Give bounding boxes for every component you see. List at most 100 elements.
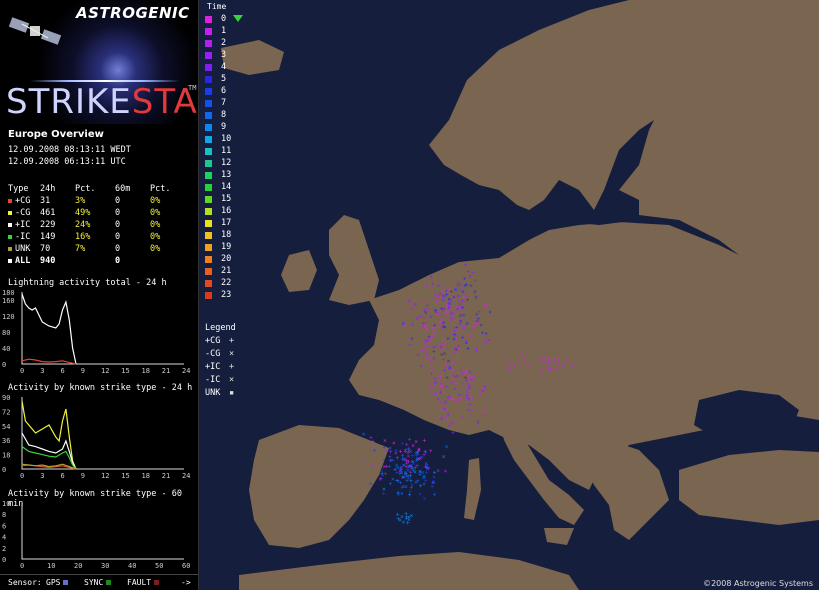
strike-marker: + [483,408,487,415]
europe-map: +×+× +××××+++ ×+×××+×+++++××× ×+××+++×++×××… [221,0,819,590]
strike-marker: + [468,347,472,354]
strike-marker: × [434,346,438,353]
strike-marker: + [425,351,429,358]
x-tick-label: 24 [182,367,190,375]
strike-marker: + [418,314,422,321]
time-legend-item: 4 [205,62,226,74]
land-iceland [221,40,284,75]
x-tick-label: 9 [81,367,85,375]
strike-marker: + [483,384,487,391]
land-iberia [249,425,389,548]
strike-marker: × [455,373,459,380]
sea-black [694,390,799,445]
time-legend-item: 6 [205,86,226,98]
strike-marker: × [406,473,410,480]
strike-marker: × [457,293,461,300]
strike-marker: + [394,447,398,454]
strike-marker: + [373,448,377,455]
type-legend-item: -IC × [205,375,235,385]
strike-marker: + [452,397,456,404]
strike-marker: + [466,268,470,275]
strike-marker: + [468,402,472,409]
land-ireland [281,250,317,292]
time-legend-item: 21 [205,266,231,278]
strike-marker: + [369,435,373,442]
strike-marker: + [440,306,444,313]
land-balkans [579,430,669,540]
strike-marker: × [461,289,465,296]
strike-marker: × [479,322,483,329]
sensor-fault: FAULT [127,578,160,587]
time-legend-item: 19 [205,242,231,254]
strike-marker: × [444,468,448,475]
x-tick-label: 18 [142,367,150,375]
strike-marker: + [550,361,554,368]
strike-marker: × [442,389,446,396]
strike-marker: + [408,342,412,349]
strikestar-logo: ASTROGENIC STRIKESTAR TM [0,0,198,124]
series-line [21,400,77,470]
strike-marker: × [484,331,488,338]
strike-marker: + [386,448,390,455]
y-tick-label: 90 [2,394,10,402]
time-legend-item: 5 [205,74,226,86]
strike-marker: + [461,370,465,377]
x-tick-label: 20 [74,562,82,570]
strike-marker: × [458,281,462,288]
fault-indicator-icon [154,580,160,585]
strike-marker: × [406,450,410,457]
y-tick-label: 0 [2,466,6,474]
strike-marker: + [389,481,393,488]
strike-marker: × [462,324,466,331]
type-swatch [8,222,12,227]
sidebar: ASTROGENIC STRIKESTAR TM Europe Overview… [0,0,199,590]
strike-marker: × [402,462,406,469]
strike-marker: × [575,372,579,379]
strike-marker: + [414,465,418,472]
time-legend-item: 16 [205,206,231,218]
strike-marker: × [361,457,365,464]
time-legend-title: Time [207,2,227,11]
type-swatch [8,198,12,203]
strike-marker: + [523,358,527,365]
strike-marker: × [443,324,447,331]
x-tick-label: 60 [182,562,190,570]
x-tick-label: 12 [101,367,109,375]
strike-marker: + [388,454,392,461]
strike-marker: × [517,357,521,364]
y-tick-label: 40 [2,345,10,353]
trademark: TM [188,84,197,92]
strike-marker: × [463,282,467,289]
strike-marker: + [443,337,447,344]
strike-marker: + [513,363,517,370]
strike-marker: × [465,320,469,327]
strike-marker: × [416,456,420,463]
strike-marker: × [484,339,488,346]
x-tick-label: 0 [20,367,24,375]
x-tick-label: 40 [128,562,136,570]
x-tick-label: 9 [81,472,85,480]
strike-marker: × [465,389,469,396]
y-tick-label: 54 [2,423,10,431]
y-tick-label: 180 [2,289,15,297]
strike-marker: + [405,514,409,521]
strike-marker: + [369,481,373,488]
strike-marker: + [432,361,436,368]
strike-marker: × [423,323,427,330]
strike-marker: + [400,440,404,447]
strike-marker: × [440,416,444,423]
lightning-map[interactable]: + × + × + × × × × + + + × + × × × + × + + + + + × × × × + × × + + + × + + × × ×… [199,0,819,590]
sensor-next-arrow[interactable]: -> [181,578,191,587]
graph-total-title: Lightning activity total - 24 h [8,278,167,288]
strike-marker: + [475,346,479,353]
time-legend-item: 18 [205,230,231,242]
strike-marker: × [418,491,422,498]
strike-marker: × [472,324,476,331]
strike-marker: × [414,439,418,446]
time-legend-item: 13 [205,170,231,182]
strike-marker: × [436,468,440,475]
time-legend-item: 20 [205,254,231,266]
strike-marker: × [429,338,433,345]
y-tick-label: 18 [2,452,10,460]
graph-type24-title: Activity by known strike type - 24 h [8,383,193,393]
